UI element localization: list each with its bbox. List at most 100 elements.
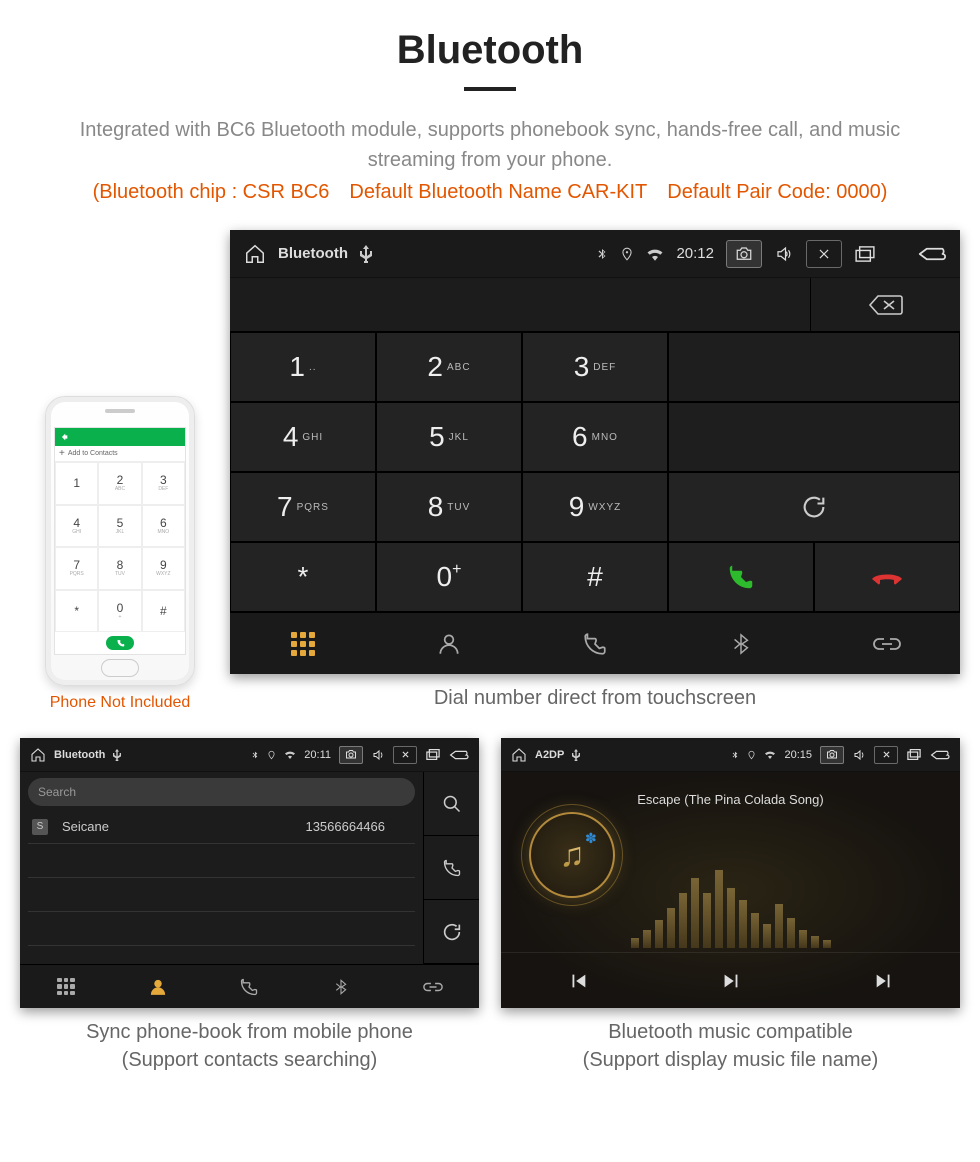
- contact-row[interactable]: S Seicane 13566664466: [28, 810, 415, 844]
- phone-call-button: [106, 636, 134, 650]
- link-icon: [421, 980, 445, 994]
- key-4[interactable]: 4GHI: [230, 402, 376, 472]
- key-7[interactable]: 7PQRS: [230, 472, 376, 542]
- location-icon: [620, 245, 634, 263]
- dialpad-icon: [291, 632, 315, 656]
- volume-icon[interactable]: [852, 749, 866, 761]
- key-8[interactable]: 8TUV: [376, 472, 522, 542]
- close-app-button[interactable]: [393, 746, 417, 764]
- back-icon[interactable]: [930, 749, 950, 761]
- side-sync-button[interactable]: [423, 900, 479, 964]
- wifi-icon: [284, 750, 296, 759]
- search-icon: [442, 794, 462, 814]
- tab-contacts[interactable]: [112, 965, 204, 1008]
- recents-icon[interactable]: [425, 749, 441, 760]
- tab-bluetooth[interactable]: [668, 613, 814, 674]
- close-app-button[interactable]: [874, 746, 898, 764]
- track-title: Escape (The Pina Colada Song): [501, 772, 960, 807]
- recents-icon[interactable]: [854, 246, 876, 262]
- statusbar-time: 20:15: [784, 749, 812, 761]
- key-6[interactable]: 6MNO: [522, 402, 668, 472]
- sync-icon: [441, 921, 463, 943]
- music-note-icon: ♫✽: [559, 836, 585, 875]
- phone-icon: [442, 858, 462, 878]
- statusbar-time: 20:12: [676, 245, 714, 262]
- recents-icon[interactable]: [906, 749, 922, 760]
- statusbar-title: A2DP: [535, 749, 564, 761]
- page-title: Bluetooth: [0, 28, 980, 73]
- dialpad-icon: [57, 978, 75, 996]
- next-button[interactable]: [871, 970, 897, 992]
- backspace-button[interactable]: [810, 278, 960, 331]
- back-icon[interactable]: [449, 749, 469, 761]
- phone-key: 0+: [98, 590, 141, 633]
- side-search-button[interactable]: [423, 772, 479, 836]
- wifi-icon: [764, 750, 776, 759]
- phone-key: 8TUV: [98, 547, 141, 590]
- back-icon[interactable]: [918, 244, 946, 264]
- person-icon: [436, 631, 462, 657]
- home-icon[interactable]: [511, 747, 527, 763]
- close-app-button[interactable]: [806, 240, 842, 268]
- bottom-tabs: [230, 612, 960, 674]
- tab-calls[interactable]: [204, 965, 296, 1008]
- bluetooth-icon: [731, 749, 739, 761]
- phone-key: *: [55, 590, 98, 633]
- key-2[interactable]: 2ABC: [376, 332, 522, 402]
- tab-calls[interactable]: [522, 613, 668, 674]
- play-button[interactable]: [718, 970, 744, 992]
- bluetooth-icon: [333, 977, 349, 997]
- tab-pair[interactable]: [387, 965, 479, 1008]
- camera-button[interactable]: [339, 746, 363, 764]
- contact-initial: S: [32, 819, 48, 835]
- volume-icon[interactable]: [371, 749, 385, 761]
- status-bar: A2DP 20:15: [501, 738, 960, 772]
- phone-key: 1: [55, 462, 98, 505]
- bluetooth-icon: [251, 749, 259, 761]
- camera-button[interactable]: [820, 746, 844, 764]
- key-empty: [668, 402, 960, 472]
- phone-key: 6MNO: [142, 505, 185, 548]
- phone-key: 9WXYZ: [142, 547, 185, 590]
- key-1[interactable]: 1..: [230, 332, 376, 402]
- key-empty: [668, 332, 960, 402]
- tab-dialpad[interactable]: [20, 965, 112, 1008]
- home-icon[interactable]: [244, 243, 266, 265]
- key-9[interactable]: 9WXYZ: [522, 472, 668, 542]
- key-5[interactable]: 5JKL: [376, 402, 522, 472]
- statusbar-title: Bluetooth: [54, 749, 105, 761]
- phone-key: 4GHI: [55, 505, 98, 548]
- contact-number: 13566664466: [305, 819, 385, 834]
- tab-bluetooth[interactable]: [295, 965, 387, 1008]
- call-button[interactable]: [668, 542, 814, 612]
- dial-display: [230, 278, 960, 332]
- key-3[interactable]: 3DEF: [522, 332, 668, 402]
- key-#[interactable]: #: [522, 542, 668, 612]
- key-0[interactable]: 0+: [376, 542, 522, 612]
- sync-button[interactable]: [668, 472, 960, 542]
- phone-caption: Phone Not Included: [30, 694, 210, 712]
- contact-row-empty: [28, 912, 415, 946]
- bluetooth-icon: [596, 245, 608, 263]
- volume-icon[interactable]: [774, 245, 794, 263]
- tab-dialpad[interactable]: [230, 613, 376, 674]
- prev-button[interactable]: [565, 970, 591, 992]
- tab-contacts[interactable]: [376, 613, 522, 674]
- home-icon[interactable]: [30, 747, 46, 763]
- play-next-icon: [718, 970, 744, 992]
- search-input[interactable]: Search: [28, 778, 415, 806]
- back-arrow-icon: [59, 432, 69, 442]
- phone-icon: [239, 977, 259, 997]
- tab-pair[interactable]: [814, 613, 960, 674]
- contact-name: Seicane: [62, 819, 109, 834]
- hangup-button[interactable]: [814, 542, 960, 612]
- side-call-button[interactable]: [423, 836, 479, 900]
- skip-prev-icon: [565, 970, 591, 992]
- skip-next-icon: [871, 970, 897, 992]
- phone-key: 2ABC: [98, 462, 141, 505]
- camera-button[interactable]: [726, 240, 762, 268]
- title-underline: [464, 87, 516, 91]
- key-*[interactable]: *: [230, 542, 376, 612]
- statusbar-title: Bluetooth: [278, 245, 348, 262]
- phone-key: 5JKL: [98, 505, 141, 548]
